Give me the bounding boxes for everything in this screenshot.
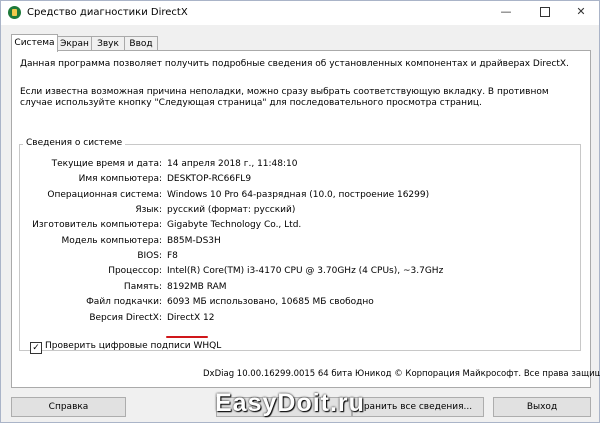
system-info-label-box: Модель компьютера: xyxy=(41,236,163,250)
system-info-label: Язык: xyxy=(135,205,162,215)
system-info-label-box: Память: xyxy=(41,282,162,296)
system-info-row: Текущие время и дата: 14 апреля 2018 г., … xyxy=(1,159,561,173)
system-info-label: Модель компьютера: xyxy=(61,236,163,246)
system-info-label: Память: xyxy=(123,282,162,292)
system-info-value: 14 апреля 2018 г., 11:48:10 xyxy=(167,159,298,169)
system-info-label-box: Файл подкачки: xyxy=(41,297,162,311)
system-info-label-box: Текущие время и дата: xyxy=(41,159,162,173)
system-info-value: Windows 10 Pro 64-разрядная (10.0, постр… xyxy=(167,190,430,200)
system-info-label-box: Процессор: xyxy=(41,266,162,280)
system-info-value: Intel(R) Core(TM) i3-4170 CPU @ 3.70GHz … xyxy=(167,266,444,276)
system-info-label-box: Имя компьютера: xyxy=(41,174,162,188)
whql-checkbox-label: Проверить цифровые подписи WHQL xyxy=(45,341,222,351)
system-info-row: Память: 8192MB RAM xyxy=(1,282,561,296)
version-copyright-text: DxDiag 10.00.16299.0015 64 бита Юникод ©… xyxy=(203,369,600,379)
close-button[interactable]: ✕ xyxy=(562,1,600,23)
tab-display[interactable]: Экран xyxy=(57,36,92,51)
window-title: Средство диагностики DirectX xyxy=(27,7,188,18)
system-info-value: Gigabyte Technology Co., Ltd. xyxy=(167,220,302,230)
system-info-row: Процессор: Intel(R) Core(TM) i3-4170 CPU … xyxy=(1,266,561,280)
whql-checkbox[interactable]: ✓ xyxy=(30,342,42,354)
tab-input[interactable]: Ввод xyxy=(124,36,158,51)
system-info-row: Файл подкачки: 6093 МБ использовано, 1068… xyxy=(1,297,561,311)
system-info-row: Модель компьютера: B85M-DS3H xyxy=(1,236,561,250)
system-info-label-box: Язык: xyxy=(41,205,162,219)
system-info-label: Файл подкачки: xyxy=(86,297,162,307)
system-info-value: DESKTOP-RC66FL9 xyxy=(167,174,252,184)
system-info-label: Текущие время и дата: xyxy=(51,159,162,169)
save-all-info-button[interactable]: ранить все сведения... xyxy=(352,397,484,417)
system-info-value: 8192MB RAM xyxy=(167,282,227,292)
system-info-label-box: BIOS: xyxy=(41,251,162,265)
system-info-value: 6093 МБ использовано, 10685 МБ свободно xyxy=(167,297,374,307)
exit-button[interactable]: Выход xyxy=(493,397,591,417)
maximize-icon xyxy=(540,7,550,17)
system-info-row: Версия DirectX: DirectX 12 xyxy=(1,313,561,327)
intro-text: Данная программа позволяет получить подр… xyxy=(20,59,569,69)
system-info-label-box: Версия DirectX: xyxy=(41,313,162,327)
site-watermark: EasyDoit.ru xyxy=(215,389,365,417)
system-info-group-title: Сведения о системе xyxy=(23,138,126,148)
system-info-label: Имя компьютера: xyxy=(78,174,162,184)
system-info-label: BIOS: xyxy=(137,251,162,261)
tab-system[interactable]: Система xyxy=(11,34,58,52)
system-info-label-box: Изготовитель компьютера: xyxy=(32,220,162,234)
system-info-row: Имя компьютера: DESKTOP-RC66FL9 xyxy=(1,174,561,188)
system-info-label: Процессор: xyxy=(108,266,162,276)
system-info-value: F8 xyxy=(167,251,178,261)
system-info-label: Версия DirectX: xyxy=(89,313,162,323)
minimize-button[interactable]: — xyxy=(487,1,525,23)
system-info-value: B85M-DS3H xyxy=(167,236,221,246)
help-button[interactable]: Справка xyxy=(11,397,126,417)
tab-sound[interactable]: Звук xyxy=(91,36,125,51)
system-info-value: русский (формат: русский) xyxy=(167,205,296,215)
directx-version-highlight xyxy=(166,336,208,338)
system-info-label-box: Операционная система: xyxy=(41,190,162,204)
system-info-row: Операционная система: Windows 10 Pro 64-р… xyxy=(1,190,561,204)
dxdiag-app-icon xyxy=(8,6,21,19)
maximize-button[interactable] xyxy=(526,1,564,23)
system-info-row: BIOS: F8 xyxy=(1,251,561,265)
system-info-label: Изготовитель компьютера: xyxy=(32,220,162,230)
system-info-label: Операционная система: xyxy=(47,190,162,200)
system-info-value: DirectX 12 xyxy=(167,313,215,323)
intro-hint-text: Если известна возможная причина неполадк… xyxy=(20,87,549,108)
directx-diagnostic-window: Средство диагностики DirectX — ✕ Система… xyxy=(0,0,600,423)
title-bar[interactable]: Средство диагностики DirectX — ✕ xyxy=(1,1,599,25)
system-info-row: Язык: русский (формат: русский) xyxy=(1,205,561,219)
system-info-row: Изготовитель компьютера: Gigabyte Technol… xyxy=(1,220,561,234)
